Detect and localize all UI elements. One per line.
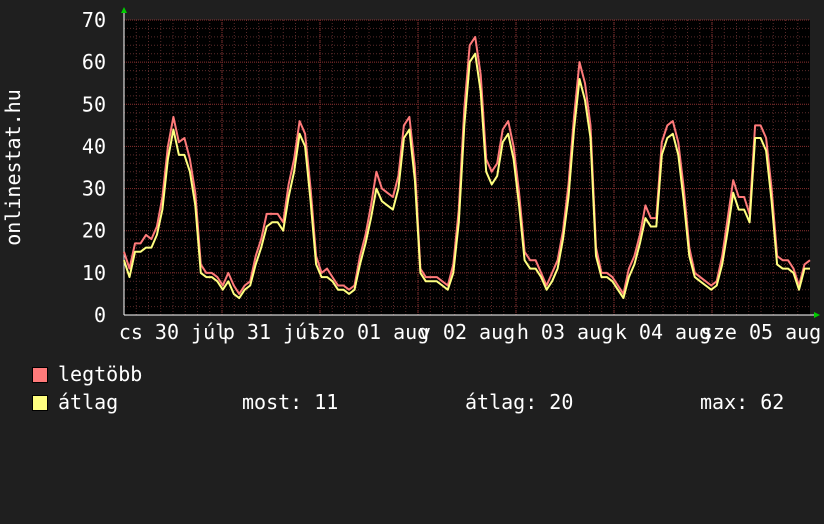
y-axis-arrow [121, 7, 127, 13]
x-axis-arrow [814, 312, 820, 318]
chart: 0 10 20 30 40 50 60 70 cs 30 júlp 31 júlszo 01 a… [1, 7, 821, 344]
x-tick-label: v 02 aug [419, 320, 515, 344]
stat-most-value: 11 [314, 390, 339, 414]
y-tick-label: 70 [82, 8, 106, 32]
x-tick-label: szo 01 aug [309, 320, 429, 344]
y-tick-label: 0 [94, 303, 106, 327]
y-tick-label: 40 [82, 134, 106, 158]
legend-swatch-atlag [32, 395, 48, 411]
x-tick-label: k 04 aug [615, 320, 711, 344]
legend-item-atlag: átlag most: 11 átlag: 20 max: 62 [32, 391, 822, 413]
y-tick-label: 10 [82, 261, 106, 285]
y-tick-label: 20 [82, 219, 106, 243]
stat-atlag-label: átlag: [465, 390, 538, 414]
stat-max: max: 62 [700, 391, 784, 413]
stat-atlag-value: 20 [549, 390, 574, 414]
stat-max-value: 62 [760, 390, 785, 414]
legend-label-atlag: átlag [58, 390, 119, 414]
legend-swatch-legtobb [32, 367, 48, 383]
x-tick-label: p 31 júl [223, 320, 319, 344]
x-tick-label: sze 05 aug [701, 320, 821, 344]
stat-max-label: max: [700, 390, 749, 414]
x-tick-label: h 03 aug [517, 320, 613, 344]
y-tick-label: 30 [82, 177, 106, 201]
legend-item-legtobb: legtöbb [32, 363, 142, 385]
stat-atlag: átlag: 20 [465, 391, 573, 413]
x-tick-label: cs 30 júl [119, 320, 227, 344]
y-tick-label: 50 [82, 92, 106, 116]
y-axis-label: onlinestat.hu [1, 89, 25, 246]
y-tick-label: 60 [82, 50, 106, 74]
legend-label-legtobb: legtöbb [58, 362, 143, 386]
stat-most: most: 11 [242, 391, 338, 413]
stat-most-label: most: [242, 390, 303, 414]
